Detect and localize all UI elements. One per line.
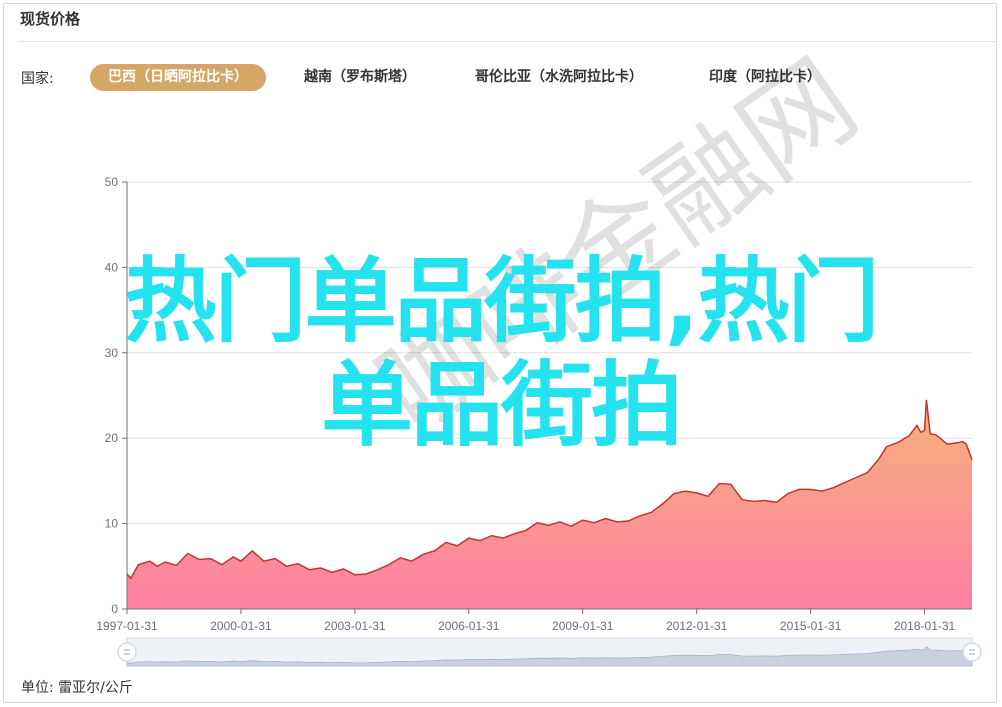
handle-knob — [962, 642, 982, 662]
x-tick-label: 1997-01-31 — [96, 619, 158, 633]
x-tick-label: 2003-01-31 — [324, 619, 386, 633]
y-tick-label: 40 — [105, 260, 119, 274]
price-area — [127, 399, 972, 609]
x-tick-label: 2012-01-31 — [666, 619, 728, 633]
price-area-chart: 0 10 20 30 40 50 1997-01-31 2000-01-31 2003-01-3… — [96, 175, 982, 667]
handle-knob — [117, 642, 137, 662]
x-tick-label: 2009-01-31 — [552, 619, 614, 633]
y-tick-label: 20 — [105, 431, 119, 445]
x-tick-label: 2018-01-31 — [894, 619, 956, 633]
y-tick-label: 0 — [111, 602, 118, 616]
zoom-handle-start[interactable] — [117, 642, 137, 662]
unit-label: 单位: 雷亚尔/公斤 — [21, 680, 133, 696]
zoom-handle-end[interactable] — [962, 642, 982, 662]
y-tick-label: 30 — [105, 346, 119, 360]
y-tick-label: 50 — [105, 175, 119, 189]
y-tick-label: 10 — [105, 517, 119, 531]
x-tick-label: 2000-01-31 — [210, 619, 272, 633]
x-tick-label: 2006-01-31 — [438, 619, 500, 633]
x-tick-label: 2015-01-31 — [780, 619, 842, 633]
